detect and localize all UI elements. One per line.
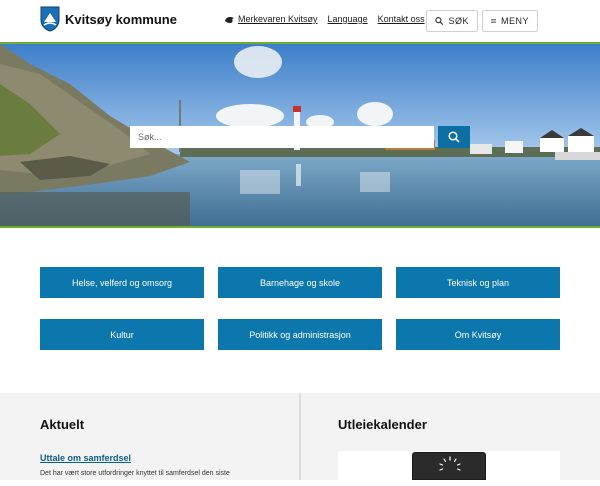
news-item-link[interactable]: Uttale om samferdsel [40,453,131,463]
link-kontakt-oss[interactable]: Kontakt oss [378,14,425,24]
link-merkevaren[interactable]: Merkevaren Kvitsøy [224,14,318,24]
hero-banner [0,42,600,228]
seal-icon [225,16,234,23]
link-merkevaren-label: Merkevaren Kvitsøy [238,14,318,24]
header-menu-button[interactable]: MENY [482,10,538,32]
tile-politikk[interactable]: Politikk og administrasjon [218,319,382,350]
top-links: Merkevaren Kvitsøy Language Kontakt oss [224,14,425,24]
bottom-section: Aktuelt Uttale om samferdsel Det har vær… [0,393,600,480]
spinner-icon [439,456,461,471]
tile-om-kvitsoy[interactable]: Om Kvitsøy [396,319,560,350]
tile-helse[interactable]: Helse, velferd og omsorg [40,267,204,298]
calendar-image [412,452,486,480]
tile-barnehage[interactable]: Barnehage og skole [218,267,382,298]
search-icon [448,131,460,143]
calendar-heading: Utleiekalender [338,417,427,432]
news-heading: Aktuelt [40,417,85,432]
site-name: Kvitsøy kommune [65,11,177,27]
header-search-button[interactable]: SØK [426,10,478,32]
link-language[interactable]: Language [328,14,368,24]
news-item-excerpt: Det har vært store utfordringer knyttet … [40,470,230,477]
search-icon [435,17,444,26]
coat-of-arms-icon [40,6,60,32]
hero-search-input[interactable] [130,126,434,148]
hero-search-button[interactable] [438,126,470,148]
header-search-label: SØK [448,16,469,26]
site-header: Kvitsøy kommune Merkevaren Kvitsøy Langu… [0,0,600,42]
tile-teknisk[interactable]: Teknisk og plan [396,267,560,298]
header-menu-label: MENY [500,16,529,26]
tile-kultur[interactable]: Kultur [40,319,204,350]
hamburger-icon [491,19,496,23]
home-logo-link[interactable]: Kvitsøy kommune [40,6,177,32]
column-divider [299,393,301,480]
